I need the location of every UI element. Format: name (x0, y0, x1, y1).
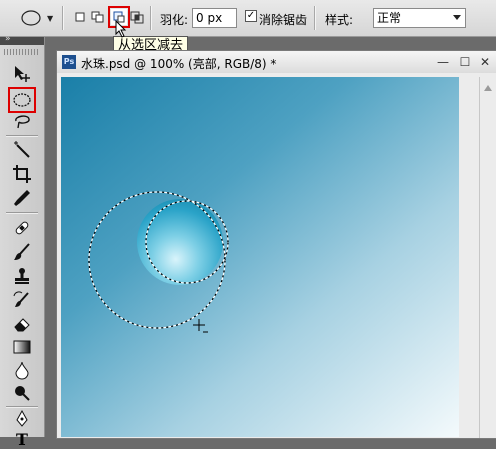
lasso-icon (15, 115, 30, 129)
magic-wand-icon (14, 141, 30, 158)
add-to-selection-button[interactable] (90, 9, 106, 25)
move-tool[interactable] (10, 63, 34, 85)
eraser-tool[interactable] (10, 313, 34, 335)
vertical-scrollbar[interactable] (479, 77, 496, 438)
eyedropper-tool[interactable] (10, 187, 34, 209)
scroll-up-icon[interactable] (484, 85, 492, 91)
history-brush-icon (13, 291, 29, 307)
document-title-bar[interactable]: Ps 水珠.psd @ 100% (亮部, RGB/8) * — ☐ ✕ (57, 51, 496, 73)
lasso-tool[interactable] (10, 111, 34, 133)
eyedropper-icon (14, 190, 30, 206)
mouse-cursor-icon (115, 20, 127, 38)
dodge-tool[interactable] (10, 382, 34, 404)
toolbox-header[interactable]: » (0, 34, 44, 45)
feather-input[interactable]: 0 px (192, 8, 237, 28)
separator (150, 6, 152, 30)
water-drop-icon (15, 361, 29, 380)
elliptical-marquee-tool[interactable] (8, 87, 36, 113)
history-brush-tool[interactable] (10, 289, 34, 311)
separator (314, 6, 316, 30)
elliptical-marquee-icon (13, 93, 31, 107)
options-bar: ▼ 羽化: 0 px ✓ 消除锯齿 样式: 正常 (0, 0, 496, 37)
selection-marching-ants (88, 191, 229, 329)
intersect-with-selection-button[interactable] (129, 9, 145, 25)
style-label: 样式: (325, 13, 354, 27)
brush-icon (14, 243, 30, 260)
toolbox: » T (0, 34, 45, 449)
photoshop-document-icon: Ps (62, 55, 76, 69)
collapse-icon: » (5, 34, 11, 44)
style-select-value: 正常 (377, 11, 402, 25)
crosshair-cursor-icon (193, 319, 208, 333)
style-select[interactable]: 正常 (373, 8, 466, 28)
new-selection-button[interactable] (72, 9, 88, 25)
text-tool-icon: T (16, 429, 28, 449)
stamp-icon (15, 268, 29, 284)
feather-label: 羽化: (160, 13, 189, 27)
canvas[interactable] (61, 77, 459, 437)
tool-preset-dropdown-icon[interactable]: ▼ (47, 14, 53, 23)
elliptical-marquee-icon[interactable] (20, 8, 42, 28)
toolbox-grip[interactable] (4, 49, 40, 55)
anti-alias-label: 消除锯齿 (259, 13, 308, 27)
document-title: 水珠.psd @ 100% (亮部, RGB/8) * (81, 57, 277, 71)
brush-tool[interactable] (10, 241, 34, 263)
eraser-icon (14, 318, 30, 332)
move-icon (15, 66, 30, 82)
divider (6, 135, 38, 137)
separator (62, 6, 64, 30)
close-button[interactable]: ✕ (477, 54, 493, 70)
chevron-down-icon (453, 15, 461, 20)
magic-wand-tool[interactable] (10, 139, 34, 161)
bandage-icon (15, 221, 29, 235)
type-tool[interactable]: T (10, 419, 34, 449)
crop-tool[interactable] (10, 163, 34, 185)
divider (6, 212, 38, 214)
dodge-icon (15, 386, 30, 401)
document-window: Ps 水珠.psd @ 100% (亮部, RGB/8) * — ☐ ✕ (56, 50, 496, 439)
crop-icon (13, 165, 31, 183)
gradient-tool[interactable] (10, 336, 34, 358)
blur-tool[interactable] (10, 359, 34, 381)
restore-button[interactable]: ☐ (457, 54, 473, 70)
gradient-icon (13, 340, 31, 354)
minimize-button[interactable]: — (435, 54, 451, 70)
anti-alias-checkbox[interactable]: ✓ (245, 10, 257, 22)
healing-brush-tool[interactable] (10, 217, 34, 239)
clone-stamp-tool[interactable] (10, 265, 34, 287)
